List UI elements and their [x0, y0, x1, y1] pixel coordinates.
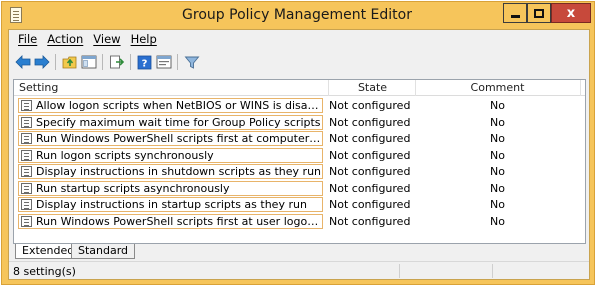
setting-cell: Allow logon scripts when NetBIOS or WINS…: [18, 98, 323, 113]
up-folder-icon[interactable]: [61, 54, 78, 71]
setting-name: Display instructions in shutdown scripts…: [36, 165, 322, 178]
table-row[interactable]: Display instructions in shutdown scripts…: [14, 164, 585, 181]
title-bar[interactable]: Group Policy Management Editor x: [2, 2, 594, 29]
policy-setting-icon: [21, 166, 32, 177]
menu-action[interactable]: Action: [42, 32, 88, 46]
setting-cell: Specify maximum wait time for Group Poli…: [18, 114, 323, 130]
comment-value: No: [490, 165, 505, 178]
setting-name: Run Windows PowerShell scripts first at …: [36, 214, 322, 228]
column-header-setting[interactable]: Setting: [19, 80, 58, 96]
help-icon[interactable]: ?: [136, 54, 153, 71]
setting-cell: Run Windows PowerShell scripts first at …: [18, 131, 323, 146]
state-value: Not configured: [329, 148, 411, 162]
status-text: 8 setting(s): [13, 265, 76, 278]
minimize-icon: [510, 14, 520, 18]
setting-cell: Run startup scripts asynchronously: [18, 180, 323, 196]
column-header-comment[interactable]: Comment: [416, 80, 579, 96]
minimize-button[interactable]: [503, 3, 527, 23]
svg-text:?: ?: [141, 58, 147, 69]
setting-name: Run startup scripts asynchronously: [36, 181, 230, 195]
policy-setting-icon: [21, 199, 32, 210]
comment-value: No: [490, 198, 505, 211]
close-button[interactable]: x: [551, 3, 591, 23]
list-header: Setting State Comment: [14, 80, 585, 96]
setting-name: Run Windows PowerShell scripts first at …: [36, 132, 322, 145]
setting-cell: Run logon scripts synchronously: [18, 147, 323, 163]
table-row[interactable]: Allow logon scripts when NetBIOS or WINS…: [14, 98, 585, 115]
column-header-state[interactable]: State: [330, 80, 415, 96]
setting-name: Specify maximum wait time for Group Poli…: [36, 115, 321, 129]
toolbar-separator: [102, 54, 103, 70]
comment-value: No: [490, 132, 505, 145]
maximize-button[interactable]: [527, 3, 551, 23]
setting-name: Allow logon scripts when NetBIOS or WINS…: [36, 99, 322, 112]
table-row[interactable]: Run Windows PowerShell scripts first at …: [14, 131, 585, 148]
column-divider[interactable]: [580, 80, 581, 96]
state-value: Not configured: [329, 99, 411, 112]
comment-value: No: [490, 214, 505, 228]
column-divider[interactable]: [328, 80, 329, 96]
toolbar-separator: [177, 54, 178, 70]
table-row[interactable]: Run Windows PowerShell scripts first at …: [14, 213, 585, 231]
client-area: File Action View Help ? Setting State Co…: [8, 29, 590, 280]
table-row[interactable]: Run startup scripts asynchronously Not c…: [14, 180, 585, 198]
toolbar-separator: [55, 54, 56, 70]
policy-setting-icon: [21, 182, 32, 194]
maximize-icon: [534, 8, 544, 18]
status-bar: 8 setting(s): [9, 261, 589, 279]
status-divider: [492, 264, 493, 278]
forward-icon[interactable]: [33, 54, 50, 71]
back-icon[interactable]: [14, 54, 31, 71]
toolbar-separator: [130, 54, 131, 70]
comment-value: No: [490, 99, 505, 112]
menu-view[interactable]: View: [88, 32, 125, 46]
window-title: Group Policy Management Editor: [182, 7, 412, 23]
state-value: Not configured: [329, 181, 411, 195]
setting-cell: Run Windows PowerShell scripts first at …: [18, 213, 323, 229]
setting-cell: Display instructions in startup scripts …: [18, 197, 323, 212]
state-value: Not configured: [329, 115, 411, 129]
policy-setting-icon: [21, 100, 32, 111]
table-row[interactable]: Run logon scripts synchronously Not conf…: [14, 147, 585, 165]
setting-name: Run logon scripts synchronously: [36, 148, 214, 162]
view-tabs: Extended Standard: [13, 244, 586, 260]
menu-bar: File Action View Help: [9, 30, 589, 48]
app-icon[interactable]: [10, 7, 22, 23]
policy-setting-icon: [21, 215, 32, 227]
status-divider: [399, 264, 400, 278]
filter-icon[interactable]: [183, 54, 200, 71]
menu-help[interactable]: Help: [126, 32, 162, 46]
setting-cell: Display instructions in shutdown scripts…: [18, 164, 323, 179]
policy-setting-icon: [21, 149, 32, 161]
settings-list[interactable]: Setting State Comment Allow logon script…: [13, 79, 586, 244]
tab-standard[interactable]: Standard: [71, 244, 136, 259]
state-value: Not configured: [329, 214, 411, 228]
comment-value: No: [490, 115, 505, 129]
properties-icon[interactable]: [155, 54, 172, 71]
app-window: Group Policy Management Editor x File Ac…: [1, 1, 595, 285]
export-list-icon[interactable]: [108, 54, 125, 71]
menu-file[interactable]: File: [13, 32, 42, 46]
table-row[interactable]: Specify maximum wait time for Group Poli…: [14, 114, 585, 132]
comment-value: No: [490, 148, 505, 162]
policy-setting-icon: [21, 116, 32, 128]
policy-setting-icon: [21, 133, 32, 144]
state-value: Not configured: [329, 132, 411, 145]
setting-name: Display instructions in startup scripts …: [36, 198, 307, 211]
show-hide-tree-icon[interactable]: [80, 54, 97, 71]
toolbar: ?: [9, 50, 589, 74]
table-row[interactable]: Display instructions in startup scripts …: [14, 197, 585, 214]
close-icon: x: [566, 5, 576, 21]
state-value: Not configured: [329, 198, 411, 211]
comment-value: No: [490, 181, 505, 195]
state-value: Not configured: [329, 165, 411, 178]
